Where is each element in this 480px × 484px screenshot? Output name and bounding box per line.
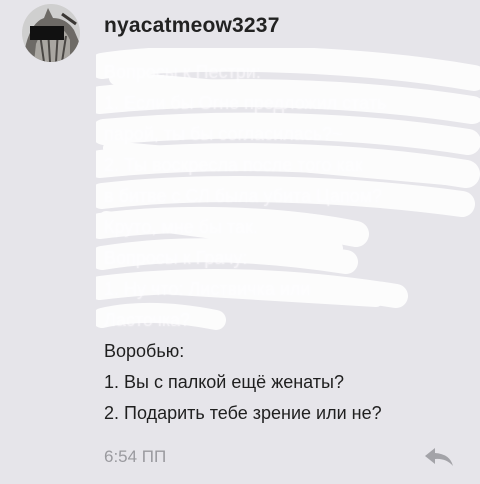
message-line: 1. Вы с палкой ещё женаты?	[104, 372, 344, 392]
cat-avatar-icon	[22, 4, 80, 62]
message-line: 1. Ну что: Листвичка или	[104, 279, 311, 299]
message-line: Ласточка?	[104, 310, 191, 330]
message-footer: 6:54 ПП	[104, 443, 460, 471]
message-line: Круто, мне бы так.	[104, 217, 258, 237]
message-line: Вопросы к Пестри:	[104, 62, 261, 82]
message-line: 2. Подарить тебе зрение или не?	[104, 403, 382, 423]
timestamp: 6:54 ПП	[104, 447, 167, 466]
message-body: Вопросы к Пестри: 1. Если бы Огне предло…	[104, 57, 464, 429]
message-line: Воробью:	[104, 341, 185, 361]
message-line: 2. Ты воскресла после того как	[104, 155, 363, 175]
reply-button[interactable]	[422, 445, 456, 469]
message-line: 1. Если бы Огне предложил стать	[104, 93, 387, 113]
message-card: nyacatmeow3237 Вопросы к Пестри: 1. Если…	[0, 0, 480, 484]
message-line: Вопросы к Грачу:	[104, 248, 248, 268]
message-line: парой, ты бы согласилась?~	[104, 124, 343, 144]
avatar[interactable]	[22, 4, 80, 62]
reply-arrow-icon	[425, 448, 453, 466]
message-line: в битве с СЛ была убита Цапом?	[104, 186, 383, 206]
username[interactable]: nyacatmeow3237	[104, 14, 280, 38]
